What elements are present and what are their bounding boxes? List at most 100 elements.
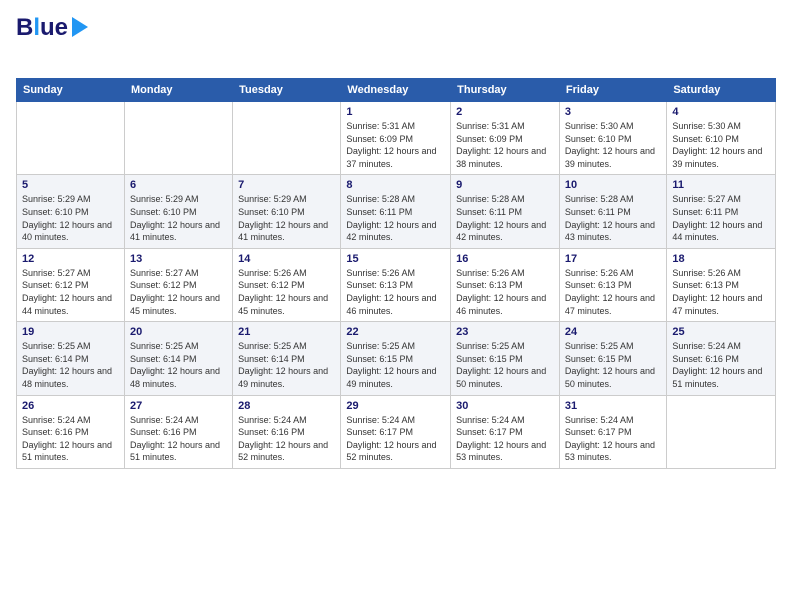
calendar-cell: 14 Sunrise: 5:26 AMSunset: 6:12 PMDayligh… <box>233 248 341 321</box>
day-number: 24 <box>565 326 661 338</box>
header-day-saturday: Saturday <box>667 79 776 102</box>
day-number: 2 <box>456 106 554 118</box>
day-info: Sunrise: 5:28 AMSunset: 6:11 PMDaylight:… <box>456 193 554 243</box>
day-info: Sunrise: 5:25 AMSunset: 6:15 PMDaylight:… <box>456 340 554 390</box>
header-day-sunday: Sunday <box>17 79 125 102</box>
calendar-cell: 17 Sunrise: 5:26 AMSunset: 6:13 PMDayligh… <box>559 248 666 321</box>
calendar-cell: 8 Sunrise: 5:28 AMSunset: 6:11 PMDaylight… <box>341 175 451 248</box>
day-info: Sunrise: 5:24 AMSunset: 6:17 PMDaylight:… <box>346 414 445 464</box>
day-number: 27 <box>130 400 227 412</box>
calendar-cell: 28 Sunrise: 5:24 AMSunset: 6:16 PMDayligh… <box>233 395 341 468</box>
day-info: Sunrise: 5:28 AMSunset: 6:11 PMDaylight:… <box>346 193 445 243</box>
day-info: Sunrise: 5:26 AMSunset: 6:13 PMDaylight:… <box>346 267 445 317</box>
day-info: Sunrise: 5:31 AMSunset: 6:09 PMDaylight:… <box>346 120 445 170</box>
day-info: Sunrise: 5:25 AMSunset: 6:14 PMDaylight:… <box>22 340 119 390</box>
calendar-cell: 21Sunrise: 5:25 AMSunset: 6:14 PMDayligh… <box>233 322 341 395</box>
calendar-cell <box>124 102 232 175</box>
calendar-cell: 24Sunrise: 5:25 AMSunset: 6:15 PMDayligh… <box>559 322 666 395</box>
day-info: Sunrise: 5:24 AMSunset: 6:16 PMDaylight:… <box>22 414 119 464</box>
calendar-cell: 20 Sunrise: 5:25 AMSunset: 6:14 PMDayligh… <box>124 322 232 395</box>
calendar-cell: 26 Sunrise: 5:24 AMSunset: 6:16 PMDayligh… <box>17 395 125 468</box>
logo: Blue <box>16 16 106 66</box>
day-info: Sunrise: 5:26 AMSunset: 6:13 PMDaylight:… <box>565 267 661 317</box>
calendar-week-3: 12 Sunrise: 5:27 AMSunset: 6:12 PMDayligh… <box>17 248 776 321</box>
header-day-monday: Monday <box>124 79 232 102</box>
day-number: 28 <box>238 400 335 412</box>
calendar-cell: 16Sunrise: 5:26 AMSunset: 6:13 PMDayligh… <box>451 248 560 321</box>
day-info: Sunrise: 5:26 AMSunset: 6:13 PMDaylight:… <box>672 267 770 317</box>
day-number: 23 <box>456 326 554 338</box>
header-day-tuesday: Tuesday <box>233 79 341 102</box>
calendar-cell: 4Sunrise: 5:30 AMSunset: 6:10 PMDaylight… <box>667 102 776 175</box>
logo-blue-text: Blue <box>16 16 68 40</box>
calendar-week-5: 26 Sunrise: 5:24 AMSunset: 6:16 PMDayligh… <box>17 395 776 468</box>
calendar-body: 1 Sunrise: 5:31 AMSunset: 6:09 PMDaylight… <box>17 102 776 469</box>
header-day-wednesday: Wednesday <box>341 79 451 102</box>
calendar-cell: 18 Sunrise: 5:26 AMSunset: 6:13 PMDayligh… <box>667 248 776 321</box>
day-info: Sunrise: 5:29 AMSunset: 6:10 PMDaylight:… <box>130 193 227 243</box>
calendar-cell <box>233 102 341 175</box>
day-info: Sunrise: 5:24 AMSunset: 6:16 PMDaylight:… <box>130 414 227 464</box>
calendar-cell: 11 Sunrise: 5:27 AMSunset: 6:11 PMDayligh… <box>667 175 776 248</box>
day-number: 7 <box>238 179 335 191</box>
day-number: 26 <box>22 400 119 412</box>
calendar-cell: 1 Sunrise: 5:31 AMSunset: 6:09 PMDaylight… <box>341 102 451 175</box>
day-info: Sunrise: 5:27 AMSunset: 6:12 PMDaylight:… <box>22 267 119 317</box>
day-number: 17 <box>565 253 661 265</box>
calendar-cell: 30 Sunrise: 5:24 AMSunset: 6:17 PMDayligh… <box>451 395 560 468</box>
calendar-cell: 9Sunrise: 5:28 AMSunset: 6:11 PMDaylight… <box>451 175 560 248</box>
day-number: 1 <box>346 106 445 118</box>
day-number: 16 <box>456 253 554 265</box>
day-info: Sunrise: 5:31 AMSunset: 6:09 PMDaylight:… <box>456 120 554 170</box>
calendar-cell: 7Sunrise: 5:29 AMSunset: 6:10 PMDaylight… <box>233 175 341 248</box>
calendar-cell: 15Sunrise: 5:26 AMSunset: 6:13 PMDayligh… <box>341 248 451 321</box>
day-number: 5 <box>22 179 119 191</box>
day-number: 30 <box>456 400 554 412</box>
calendar-cell: 31Sunrise: 5:24 AMSunset: 6:17 PMDayligh… <box>559 395 666 468</box>
day-info: Sunrise: 5:24 AMSunset: 6:17 PMDaylight:… <box>456 414 554 464</box>
calendar-cell: 23 Sunrise: 5:25 AMSunset: 6:15 PMDayligh… <box>451 322 560 395</box>
day-number: 29 <box>346 400 445 412</box>
day-number: 22 <box>346 326 445 338</box>
calendar-cell <box>17 102 125 175</box>
day-number: 18 <box>672 253 770 265</box>
day-number: 6 <box>130 179 227 191</box>
calendar-cell: 3 Sunrise: 5:30 AMSunset: 6:10 PMDaylight… <box>559 102 666 175</box>
day-number: 8 <box>346 179 445 191</box>
day-info: Sunrise: 5:26 AMSunset: 6:12 PMDaylight:… <box>238 267 335 317</box>
calendar-cell: 25Sunrise: 5:24 AMSunset: 6:16 PMDayligh… <box>667 322 776 395</box>
day-number: 21 <box>238 326 335 338</box>
day-number: 20 <box>130 326 227 338</box>
calendar-cell: 19 Sunrise: 5:25 AMSunset: 6:14 PMDayligh… <box>17 322 125 395</box>
day-info: Sunrise: 5:24 AMSunset: 6:16 PMDaylight:… <box>238 414 335 464</box>
day-info: Sunrise: 5:25 AMSunset: 6:15 PMDaylight:… <box>346 340 445 390</box>
calendar-cell: 10Sunrise: 5:28 AMSunset: 6:11 PMDayligh… <box>559 175 666 248</box>
header-day-thursday: Thursday <box>451 79 560 102</box>
calendar-week-2: 5 Sunrise: 5:29 AMSunset: 6:10 PMDaylight… <box>17 175 776 248</box>
day-info: Sunrise: 5:27 AMSunset: 6:12 PMDaylight:… <box>130 267 227 317</box>
day-number: 19 <box>22 326 119 338</box>
day-info: Sunrise: 5:25 AMSunset: 6:14 PMDaylight:… <box>130 340 227 390</box>
day-info: Sunrise: 5:28 AMSunset: 6:11 PMDaylight:… <box>565 193 661 243</box>
day-number: 3 <box>565 106 661 118</box>
calendar-cell: 27 Sunrise: 5:24 AMSunset: 6:16 PMDayligh… <box>124 395 232 468</box>
day-number: 14 <box>238 253 335 265</box>
calendar-cell: 29 Sunrise: 5:24 AMSunset: 6:17 PMDayligh… <box>341 395 451 468</box>
calendar-table: SundayMondayTuesdayWednesdayThursdayFrid… <box>16 78 776 469</box>
logo-blue-row: Blue <box>16 16 106 40</box>
calendar-header-row: SundayMondayTuesdayWednesdayThursdayFrid… <box>17 79 776 102</box>
day-number: 13 <box>130 253 227 265</box>
day-info: Sunrise: 5:30 AMSunset: 6:10 PMDaylight:… <box>565 120 661 170</box>
day-number: 11 <box>672 179 770 191</box>
calendar-cell: 12 Sunrise: 5:27 AMSunset: 6:12 PMDayligh… <box>17 248 125 321</box>
calendar-cell: 22 Sunrise: 5:25 AMSunset: 6:15 PMDayligh… <box>341 322 451 395</box>
calendar-week-4: 19 Sunrise: 5:25 AMSunset: 6:14 PMDayligh… <box>17 322 776 395</box>
calendar-week-1: 1 Sunrise: 5:31 AMSunset: 6:09 PMDaylight… <box>17 102 776 175</box>
day-info: Sunrise: 5:27 AMSunset: 6:11 PMDaylight:… <box>672 193 770 243</box>
day-info: Sunrise: 5:24 AMSunset: 6:17 PMDaylight:… <box>565 414 661 464</box>
day-number: 25 <box>672 326 770 338</box>
header-day-friday: Friday <box>559 79 666 102</box>
calendar-cell: 6 Sunrise: 5:29 AMSunset: 6:10 PMDaylight… <box>124 175 232 248</box>
day-number: 12 <box>22 253 119 265</box>
calendar-cell <box>667 395 776 468</box>
